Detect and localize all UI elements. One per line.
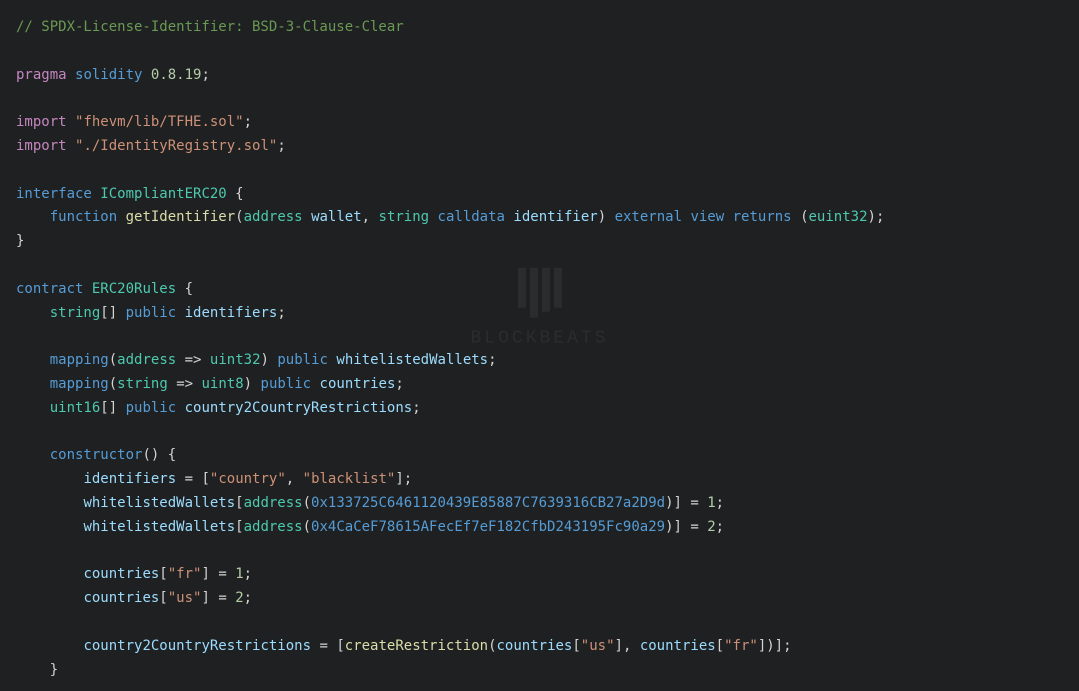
uint32-type: uint32 xyxy=(210,352,261,368)
number-literal: 1 xyxy=(235,566,243,582)
identifiers-var: identifiers xyxy=(185,305,278,321)
address-type: address xyxy=(117,352,176,368)
public-keyword: public xyxy=(126,400,177,416)
import-keyword: import xyxy=(16,138,67,154)
mapping-keyword: mapping xyxy=(50,376,109,392)
import-keyword: import xyxy=(16,114,67,130)
create-restriction-fn: createRestriction xyxy=(345,638,488,654)
contract-keyword: contract xyxy=(16,281,83,297)
identifiers-var: identifiers xyxy=(83,471,176,487)
country-string: "country" xyxy=(210,471,286,487)
number-literal: 1 xyxy=(707,495,715,511)
address-literal-2: 0x4CaCeF78615AFecEf7eF182CfbD243195Fc90a… xyxy=(311,519,665,535)
view-keyword: view xyxy=(690,209,724,225)
license-comment: // SPDX-License-Identifier: BSD-3-Clause… xyxy=(16,19,404,35)
whitelisted-wallets-var: whitelistedWallets xyxy=(83,519,235,535)
countries-var: countries xyxy=(320,376,396,392)
returns-keyword: returns xyxy=(733,209,792,225)
code-block: // SPDX-License-Identifier: BSD-3-Clause… xyxy=(16,16,1063,682)
countries-var: countries xyxy=(640,638,716,654)
identifier-param: identifier xyxy=(513,209,597,225)
address-type: address xyxy=(244,209,303,225)
countries-var: countries xyxy=(83,590,159,606)
public-keyword: public xyxy=(126,305,177,321)
constructor-keyword: constructor xyxy=(50,447,143,463)
countries-var: countries xyxy=(497,638,573,654)
function-keyword: function xyxy=(50,209,117,225)
string-type: string xyxy=(379,209,430,225)
countries-var: countries xyxy=(83,566,159,582)
uint8-type: uint8 xyxy=(201,376,243,392)
import-path-1: "fhevm/lib/TFHE.sol" xyxy=(75,114,244,130)
string-type: string xyxy=(117,376,168,392)
version-number: 0.8.19 xyxy=(151,67,202,83)
public-keyword: public xyxy=(277,352,328,368)
import-path-2: "./IdentityRegistry.sol" xyxy=(75,138,277,154)
public-keyword: public xyxy=(261,376,312,392)
number-literal: 2 xyxy=(707,519,715,535)
uint16-type: uint16 xyxy=(50,400,101,416)
restrictions-var: country2CountryRestrictions xyxy=(83,638,311,654)
mapping-keyword: mapping xyxy=(50,352,109,368)
pragma-keyword: pragma xyxy=(16,67,67,83)
external-keyword: external xyxy=(615,209,682,225)
contract-name: ERC20Rules xyxy=(92,281,176,297)
wallet-param: wallet xyxy=(311,209,362,225)
fr-string: "fr" xyxy=(168,566,202,582)
interface-keyword: interface xyxy=(16,186,92,202)
us-string: "us" xyxy=(581,638,615,654)
address-literal-1: 0x133725C6461120439E85887C7639316CB27a2D… xyxy=(311,495,665,511)
blacklist-string: "blacklist" xyxy=(303,471,396,487)
euint32-type: euint32 xyxy=(809,209,868,225)
interface-name: ICompliantERC20 xyxy=(100,186,226,202)
address-type: address xyxy=(244,495,303,511)
whitelisted-wallets-var: whitelistedWallets xyxy=(336,352,488,368)
address-type: address xyxy=(244,519,303,535)
string-type: string xyxy=(50,305,101,321)
solidity-keyword: solidity xyxy=(75,67,142,83)
function-name: getIdentifier xyxy=(126,209,236,225)
fr-string: "fr" xyxy=(724,638,758,654)
whitelisted-wallets-var: whitelistedWallets xyxy=(83,495,235,511)
us-string: "us" xyxy=(168,590,202,606)
number-literal: 2 xyxy=(235,590,243,606)
restrictions-var: country2CountryRestrictions xyxy=(185,400,413,416)
calldata-keyword: calldata xyxy=(438,209,505,225)
